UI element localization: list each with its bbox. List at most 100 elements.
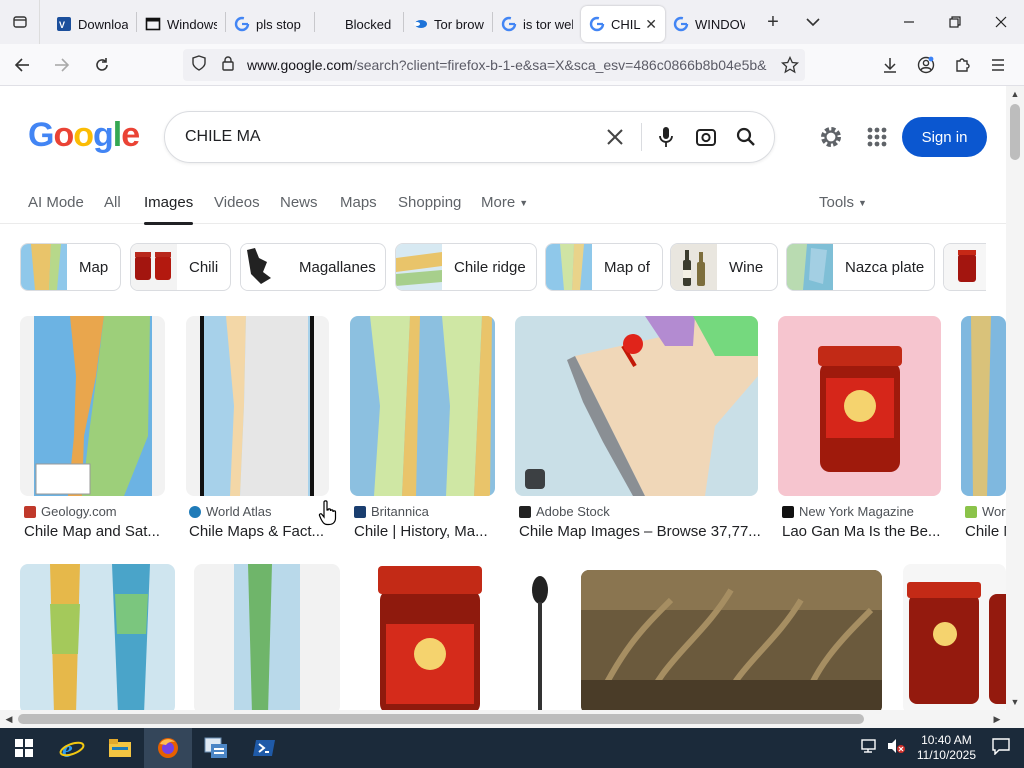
vertical-scroll-thumb[interactable] [1010,104,1020,160]
result-image-adobe-stock[interactable] [515,316,758,496]
list-all-tabs-icon[interactable] [0,0,40,44]
tab-tor-browser[interactable]: Tor brow [404,6,492,42]
tab-pls-stop[interactable]: pls stop [226,6,314,42]
account-icon[interactable] [908,49,944,81]
tools-button[interactable]: Tools ▼ [819,194,867,211]
result-caption[interactable]: Chile | History, Ma... [354,523,488,540]
close-window-button[interactable] [978,0,1024,44]
back-arrow-icon[interactable] [4,49,40,81]
tab-ai-mode[interactable]: AI Mode [28,194,84,211]
result-caption[interactable]: Chile Map and Sat... [24,523,160,540]
bookmark-star-icon[interactable] [780,55,800,79]
chip-wine[interactable]: Wine [670,243,778,291]
notifications-icon[interactable] [992,737,1010,760]
horizontal-scroll-thumb[interactable] [18,714,864,724]
chip-map[interactable]: Map [20,243,121,291]
chip-chili[interactable]: Chili [130,243,231,291]
tab-title: WINDOW [695,16,745,32]
chip-magallanes[interactable]: Magallanes [240,243,386,291]
tab-windows[interactable]: Windows [137,6,225,42]
clock-time: 10:40 AM [921,733,972,747]
result-image-britannica[interactable] [350,316,495,496]
result-caption[interactable]: Chile Map Images – Browse 37,77... [519,523,761,540]
reload-icon[interactable] [84,49,120,81]
scroll-left-icon[interactable]: ◀ [0,710,18,728]
close-tab-icon[interactable]: ✕ [645,16,657,33]
file-explorer-icon[interactable] [96,728,144,768]
scroll-right-icon[interactable]: ▶ [988,710,1006,728]
sign-in-button[interactable]: Sign in [902,117,987,157]
volume-muted-icon[interactable] [887,738,905,759]
minimize-button[interactable] [886,0,932,44]
tab-all[interactable]: All [104,194,121,211]
result-source[interactable]: New York Magazine [782,504,914,519]
search-input[interactable]: CHILE MA [185,128,595,146]
result-image-partial-map[interactable] [961,316,1006,496]
new-tab-button[interactable]: + [753,4,793,40]
tab-news[interactable]: News [280,194,318,211]
camera-lens-icon[interactable] [686,117,726,157]
horizontal-scrollbar[interactable]: ◀ ▶ [0,710,1006,728]
tab-is-tor-well[interactable]: is tor wel [493,6,581,42]
result-source[interactable]: World Atlas [189,504,272,519]
result-source[interactable]: Worl [965,504,1006,519]
scroll-down-icon[interactable]: ▼ [1006,694,1024,710]
result-image-lao-gan-ma[interactable] [778,316,941,496]
chip-chile-ridge[interactable]: Chile ridge [395,243,537,291]
downloads-icon[interactable] [872,49,908,81]
firefox-icon[interactable] [144,728,192,768]
tabs-dropdown-icon[interactable] [793,4,833,40]
microphone-icon[interactable] [646,117,686,157]
chip-map-of[interactable]: Map of [545,243,663,291]
scroll-up-icon[interactable]: ▲ [1006,86,1024,102]
result-image-chile-map[interactable] [20,316,165,496]
tab-images[interactable]: Images [144,194,194,225]
result-image-chile-outline[interactable] [194,564,340,710]
powershell-icon[interactable] [240,728,288,768]
google-logo[interactable]: Google [28,116,140,155]
result-image-world-atlas[interactable] [186,316,329,496]
tab-windows-search[interactable]: WINDOW [665,6,753,42]
tab-maps[interactable]: Maps [340,194,377,211]
internet-explorer-icon[interactable]: e [48,728,96,768]
lock-icon[interactable] [221,55,235,76]
taskbar-clock[interactable]: 10:40 AM 11/10/2025 [917,733,976,763]
clear-icon[interactable] [595,117,635,157]
google-apps-icon[interactable] [866,126,888,153]
gear-icon[interactable] [818,124,844,155]
windows-start-icon[interactable] [0,728,48,768]
blank-page-icon [323,16,339,32]
result-source[interactable]: Britannica [354,504,429,519]
result-caption[interactable]: Lao Gan Ma Is the Be... [782,523,940,540]
address-bar[interactable]: www.google.com/search?client=firefox-b-1… [183,49,805,81]
tracking-shield-icon[interactable] [191,54,207,76]
server-manager-icon[interactable] [192,728,240,768]
divider [641,123,642,151]
tab-shopping[interactable]: Shopping [398,194,461,211]
tab-downloads[interactable]: V Downloa [48,6,136,42]
forward-arrow-icon[interactable] [44,49,80,81]
chip-label: Map [79,258,109,276]
result-source[interactable]: Adobe Stock [519,504,610,519]
hamburger-menu-icon[interactable] [980,49,1016,81]
result-image-banyan-trees[interactable] [581,570,882,710]
search-box[interactable]: CHILE MA [164,111,775,163]
restore-button[interactable] [932,0,978,44]
network-icon[interactable] [861,738,879,759]
result-source[interactable]: Geology.com [24,504,117,519]
tab-more[interactable]: More ▼ [481,194,528,211]
result-caption[interactable]: Chile Maps & Fact... [189,523,324,540]
tab-videos[interactable]: Videos [214,194,260,211]
extensions-puzzle-icon[interactable] [944,49,980,81]
result-image-region-map[interactable] [20,564,175,710]
chip-nazca-plate[interactable]: Nazca plate [786,243,935,291]
result-image-sauce-jar[interactable] [360,564,560,710]
search-icon[interactable] [726,117,766,157]
tab-blocked[interactable]: Blocked [315,6,403,42]
tab-chile-active[interactable]: CHILE ✕ [581,6,665,42]
result-image-sauce-jars[interactable] [903,564,1006,710]
result-caption[interactable]: Chile M [965,523,1006,540]
vb-icon: V [56,16,72,32]
vertical-scrollbar[interactable]: ▲ ▼ [1006,86,1024,710]
chip-more-partial[interactable] [943,243,986,291]
